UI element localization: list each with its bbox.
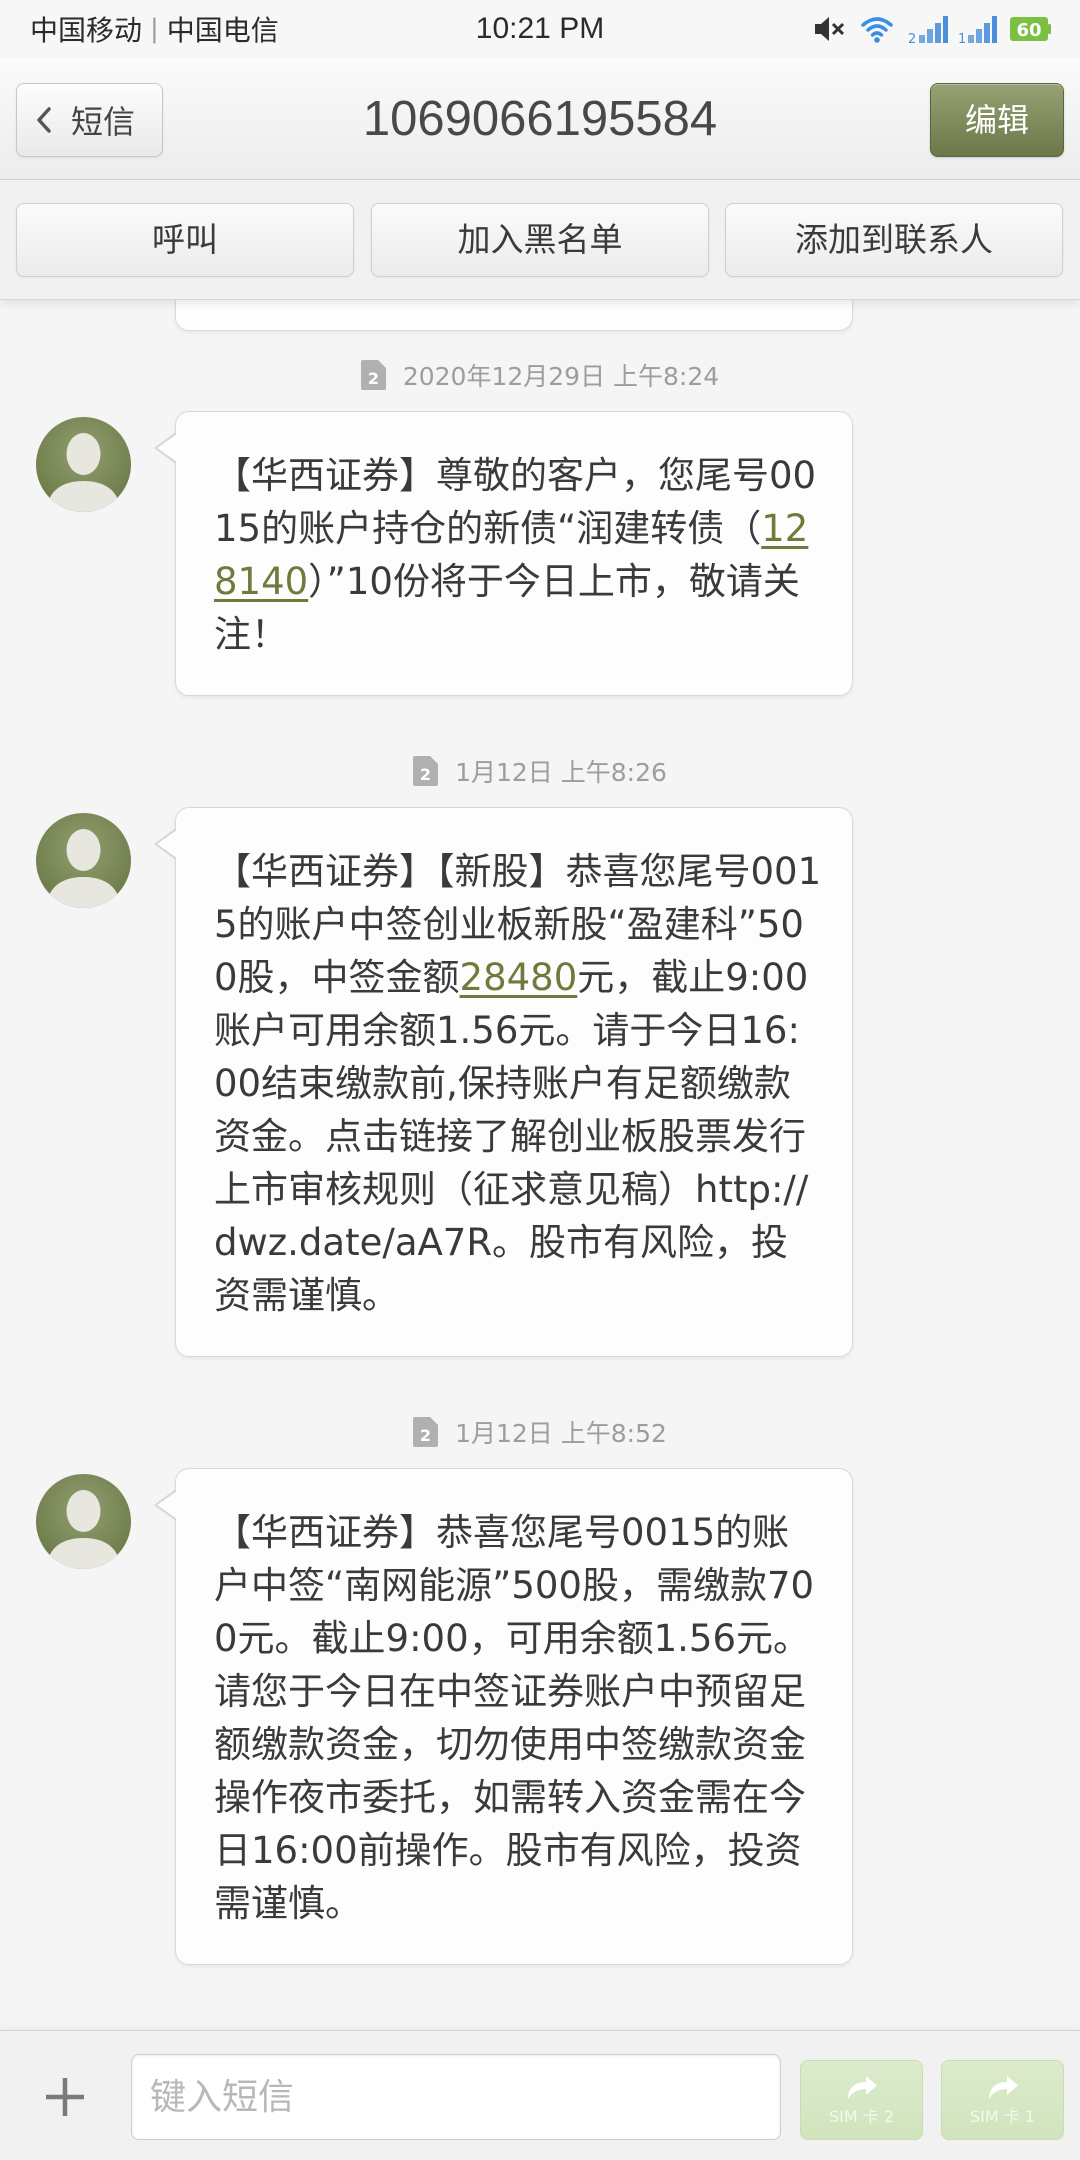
send-button-label: SIM 卡 2 (828, 2107, 895, 2126)
plus-icon[interactable] (43, 2075, 87, 2119)
contact-avatar-icon[interactable] (36, 1474, 131, 1569)
send-sim1-button[interactable]: SIM 卡 1 (941, 2060, 1064, 2140)
signal-sim-label: 1 (958, 32, 966, 44)
message-input[interactable] (131, 2054, 781, 2140)
message-timestamp: 2 2020年12月29日 上午8:24 (0, 355, 1080, 395)
signal-icon: 2 (908, 16, 948, 44)
message-bubble[interactable]: 【华西证券】尊敬的客户，您尾号0015的账户持仓的新债“润建转债（128140）… (154, 411, 853, 696)
sim-number: 2 (420, 1426, 431, 1445)
previous-message-bubble[interactable] (175, 300, 853, 331)
message-text-part: 【华西证券】恭喜您尾号0015的账户中签“南网能源”500股，需缴款700元。截… (214, 1511, 815, 1925)
edit-button[interactable]: 编辑 (930, 83, 1064, 157)
message-item: 2 2020年12月29日 上午8:24 【华西证券】尊敬的客户，您尾号0015… (0, 355, 1080, 696)
sim-card-icon: 2 (360, 360, 386, 390)
status-bar: 中国移动 | 中国电信 10:21 PM 2 1 60 (0, 0, 1080, 58)
send-button-label: SIM 卡 1 (969, 2107, 1036, 2126)
sim-number: 2 (420, 765, 431, 784)
message-list[interactable]: 2 2020年12月29日 上午8:24 【华西证券】尊敬的客户，您尾号0015… (0, 300, 1080, 2030)
message-text: 【华西证券】尊敬的客户，您尾号0015的账户持仓的新债“润建转债（128140）… (214, 449, 822, 661)
message-timestamp: 2 1月12日 上午8:26 (0, 751, 1080, 791)
message-item: 2 1月12日 上午8:52 【华西证券】恭喜您尾号0015的账户中签“南网能源… (0, 1412, 1080, 1965)
message-composer: SIM 卡 2 SIM 卡 1 (0, 2030, 1080, 2160)
message-bubble[interactable]: 【华西证券】【新股】恭喜您尾号0015的账户中签创业板新股“盈建科”500股，中… (154, 807, 853, 1357)
back-button[interactable]: 短信 (16, 83, 163, 157)
block-button[interactable]: 加入黑名单 (371, 203, 709, 277)
conversation-header: 短信 1069066195584 编辑 (0, 58, 1080, 180)
contact-avatar-icon[interactable] (36, 417, 131, 512)
message-timestamp: 2 1月12日 上午8:52 (0, 1412, 1080, 1452)
timestamp-text: 1月12日 上午8:52 (455, 1419, 667, 1448)
wifi-icon (861, 17, 893, 43)
message-text: 【华西证券】【新股】恭喜您尾号0015的账户中签创业板新股“盈建科”500股，中… (214, 845, 822, 1322)
message-row: 【华西证券】恭喜您尾号0015的账户中签“南网能源”500股，需缴款700元。截… (0, 1468, 1080, 1965)
send-sim2-button[interactable]: SIM 卡 2 (800, 2060, 923, 2140)
contact-avatar-icon[interactable] (36, 813, 131, 908)
page-title: 1069066195584 (362, 92, 718, 146)
signal-icon: 1 (958, 16, 997, 44)
send-arrow-icon (847, 2076, 877, 2099)
sim-card-icon: 2 (413, 756, 439, 786)
send-arrow-icon (988, 2076, 1018, 2099)
signal-sim-label: 2 (908, 32, 916, 44)
sim-number: 2 (368, 369, 379, 388)
message-bubble[interactable]: 【华西证券】恭喜您尾号0015的账户中签“南网能源”500股，需缴款700元。截… (154, 1468, 853, 1965)
back-button-label: 短信 (71, 103, 136, 141)
timestamp-text: 1月12日 上午8:26 (455, 758, 667, 787)
message-text: 【华西证券】恭喜您尾号0015的账户中签“南网能源”500股，需缴款700元。截… (214, 1506, 822, 1930)
message-item: 2 1月12日 上午8:26 【华西证券】【新股】恭喜您尾号0015的账户中签创… (0, 751, 1080, 1357)
timestamp-text: 2020年12月29日 上午8:24 (402, 362, 720, 391)
message-row: 【华西证券】【新股】恭喜您尾号0015的账户中签创业板新股“盈建科”500股，中… (0, 807, 1080, 1357)
add-contact-button[interactable]: 添加到联系人 (725, 203, 1063, 277)
battery-icon: 60 (1010, 17, 1051, 41)
battery-level: 60 (1016, 20, 1041, 41)
message-row: 【华西证券】尊敬的客户，您尾号0015的账户持仓的新债“润建转债（128140）… (0, 411, 1080, 696)
call-button[interactable]: 呼叫 (16, 203, 354, 277)
mute-icon (815, 17, 845, 41)
message-text-part: 元，截止9:00账户可用余额1.56元。请于今日16:00结束缴款前,保持账户有… (214, 956, 809, 1317)
sim-card-icon: 2 (413, 1417, 439, 1447)
message-text-part: 【华西证券】尊敬的客户，您尾号0015的账户持仓的新债“润建转债（ (214, 454, 817, 550)
contact-action-bar: 呼叫 加入黑名单 添加到联系人 (0, 180, 1080, 300)
number-link[interactable]: 28480 (460, 956, 578, 999)
chevron-left-icon (37, 107, 51, 133)
